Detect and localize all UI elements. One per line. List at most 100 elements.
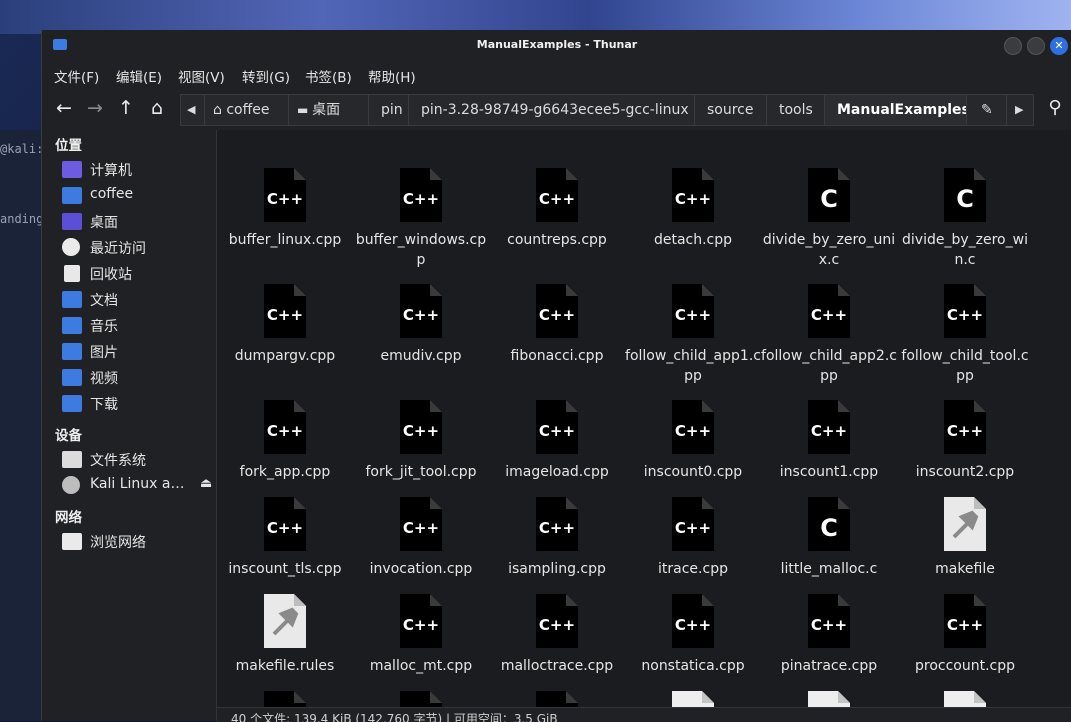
cpp-file-icon: C++ <box>400 691 442 707</box>
sidebar-item-videos[interactable]: 视频 <box>62 366 214 390</box>
file-name: follow_child_tool.cpp <box>901 348 1029 384</box>
terminal-line: @kali: ~ <box>0 142 42 156</box>
file-icon-label: C <box>820 185 838 213</box>
sidebar-item-recent[interactable]: 最近访问 <box>62 236 214 260</box>
crumb-pin[interactable]: pin <box>369 95 409 125</box>
sidebar-item-label: 最近访问 <box>90 241 146 257</box>
crumb-pin-version[interactable]: pin-3.28-98749-g6643ecee5-gcc-linux <box>409 95 695 125</box>
toolbar: ← → ↑ ⌂ ◀ ⌂ coffee ▬ 桌面 pin pin-3.28-987… <box>42 92 1071 126</box>
drive-icon <box>62 451 82 468</box>
videos-folder-icon <box>62 369 82 386</box>
sidebar-item-music[interactable]: 音乐 <box>62 314 214 338</box>
background-terminal: @kali: ~ anding <box>0 130 42 721</box>
sidebar-item-browse-network[interactable]: 浏览网络 <box>62 530 214 554</box>
cpp-file-icon: C++ <box>536 594 578 648</box>
back-icon[interactable]: ← <box>51 94 77 122</box>
edit-path-icon[interactable]: ✎ <box>967 95 1007 125</box>
home-icon[interactable]: ⌂ <box>144 94 170 122</box>
sidebar-item-label: 计算机 <box>90 163 132 179</box>
sidebar-item-filesystem[interactable]: 文件系统 <box>62 448 214 472</box>
forward-icon[interactable]: → <box>82 94 108 122</box>
cpp-file-icon: C++ <box>400 594 442 648</box>
menu-help[interactable]: 帮助(H) <box>368 66 416 86</box>
file-name: proccount.cpp <box>914 658 1016 674</box>
minimize-button[interactable] <box>1004 37 1022 55</box>
thunar-window: ManualExamples - Thunar ✕ 文件(F) 编辑(E) 视图… <box>41 30 1071 722</box>
hammer-file-icon <box>944 497 986 551</box>
sidebar-item-computer[interactable]: 计算机 <box>62 158 214 182</box>
file-name: divide_by_zero_unix.c <box>762 232 896 268</box>
file-icon-label: C++ <box>403 422 439 440</box>
sidebar-item-desktop[interactable]: 桌面 <box>62 210 214 234</box>
crumb-manualexamples[interactable]: ManualExamples <box>825 95 967 125</box>
sidebar-item-coffee[interactable]: coffee <box>62 184 214 208</box>
file-name: follow_child_app2.cpp <box>761 348 897 384</box>
file-name: follow_child_app1.cpp <box>625 348 761 384</box>
sidebar-item-kali-disc[interactable]: Kali Linux amd64 ⏏ <box>62 474 214 498</box>
crumb-source[interactable]: source <box>695 95 767 125</box>
file-icon-label: C++ <box>675 306 711 324</box>
cpp-file-icon: C++ <box>400 168 442 222</box>
file-icon-label: C++ <box>403 519 439 537</box>
window-title: ManualExamples - Thunar <box>476 38 638 51</box>
sidebar-item-trash[interactable]: 回收站 <box>62 262 214 286</box>
search-icon[interactable]: ⚲ <box>1042 94 1068 122</box>
title-bar[interactable]: ManualExamples - Thunar ✕ <box>42 30 1071 60</box>
up-icon[interactable]: ↑ <box>113 94 139 122</box>
eject-icon[interactable]: ⏏ <box>200 476 212 491</box>
sidebar-item-label: 图片 <box>90 345 118 361</box>
documents-folder-icon <box>62 291 82 308</box>
sidebar-item-pictures[interactable]: 图片 <box>62 340 214 364</box>
sidebar-item-label: 回收站 <box>90 267 132 283</box>
sidebar-item-label: 下载 <box>90 397 118 413</box>
menu-bar: 文件(F) 编辑(E) 视图(V) 转到(G) 书签(B) 帮助(H) <box>42 60 1071 88</box>
disc-icon <box>62 476 80 494</box>
menu-go[interactable]: 转到(G) <box>242 66 290 86</box>
file-name: nonstatica.cpp <box>641 658 745 674</box>
text-file-icon <box>944 691 986 707</box>
close-button[interactable]: ✕ <box>1050 37 1068 55</box>
cpp-file-icon: C++ <box>944 284 986 338</box>
file-icon-label: C++ <box>539 616 575 634</box>
sidebar-item-downloads[interactable]: 下载 <box>62 392 214 416</box>
sidebar-item-label: coffee <box>90 186 134 202</box>
crumb-tools[interactable]: tools <box>767 95 825 125</box>
c-file-icon: C <box>808 497 850 551</box>
file-name: inscount2.cpp <box>915 464 1015 480</box>
status-text: 40 个文件: 139.4 KiB (142,760 字节) | 可用空间：3.… <box>231 712 558 722</box>
trash-icon <box>64 265 80 282</box>
music-folder-icon <box>62 317 82 334</box>
sidebar-item-label: 文档 <box>90 293 118 309</box>
cpp-file-icon: C++ <box>672 168 714 222</box>
path-scroll-left-icon[interactable]: ◀ <box>181 95 205 125</box>
cpp-file-icon: C++ <box>264 400 306 454</box>
network-icon <box>62 533 82 550</box>
sidebar-item-documents[interactable]: 文档 <box>62 288 214 312</box>
sidebar-item-label: 视频 <box>90 371 118 387</box>
crumb-coffee[interactable]: ⌂ coffee <box>205 95 289 125</box>
menu-edit[interactable]: 编辑(E) <box>116 66 162 86</box>
path-scroll-right-icon[interactable]: ▶ <box>1007 95 1033 125</box>
menu-view[interactable]: 视图(V) <box>178 66 225 86</box>
file-icon-label: C <box>820 514 838 542</box>
file-name: malloc_mt.cpp <box>369 658 473 674</box>
home-folder-icon <box>62 187 82 204</box>
desktop-wallpaper <box>0 0 1071 34</box>
sidebar-item-label: 浏览网络 <box>90 535 146 551</box>
file-name: invocation.cpp <box>369 561 473 577</box>
menu-file[interactable]: 文件(F) <box>54 66 99 86</box>
file-name: detach.cpp <box>653 232 733 248</box>
maximize-button[interactable] <box>1027 37 1045 55</box>
cpp-file-icon: C++ <box>944 400 986 454</box>
cpp-file-icon: C++ <box>536 284 578 338</box>
crumb-desktop[interactable]: ▬ 桌面 <box>289 95 369 125</box>
sidebar-item-label: 桌面 <box>90 215 118 231</box>
file-icon-label: C++ <box>811 306 847 324</box>
desktop-crumb-icon: ▬ <box>297 103 313 117</box>
file-icon-label: C++ <box>947 616 983 634</box>
cpp-file-icon: C++ <box>264 497 306 551</box>
desktop-icon <box>62 213 82 230</box>
file-name: little_malloc.c <box>780 561 878 577</box>
menu-bookmarks[interactable]: 书签(B) <box>305 66 352 86</box>
file-icon-label: C++ <box>267 519 303 537</box>
